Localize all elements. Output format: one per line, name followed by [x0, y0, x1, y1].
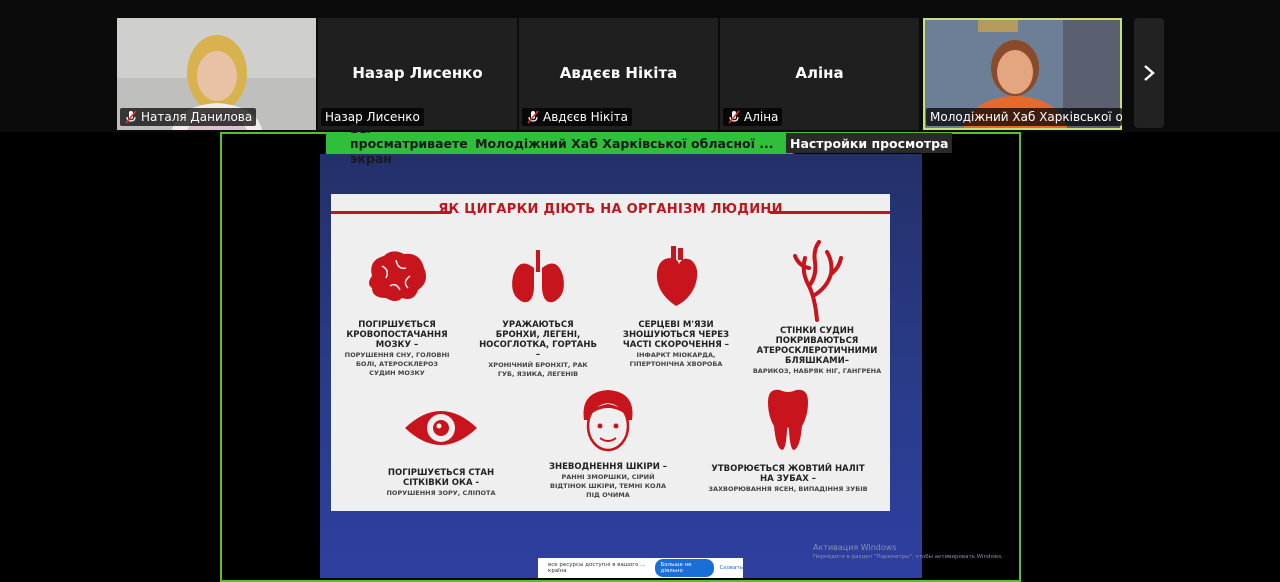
viewing-text: Вы просматриваете экран	[350, 120, 468, 166]
effect-subtext: ІНФАРКТ МІОКАРДА, ГІПЕРТОНІЧНА ХВОРОБА	[629, 351, 723, 368]
effect-subtext: ПОРУШЕННЯ СНУ, ГОЛОВНІ БОЛІ, АТЕРОСКЛЕРО…	[344, 351, 450, 377]
participant-tile-alina[interactable]: Аліна Аліна	[720, 18, 919, 130]
heart-icon	[656, 246, 698, 306]
participant-tile-youth-hub[interactable]: Молодіжний Хаб Харківської об...	[923, 18, 1122, 130]
slide-title: ЯК ЦИГАРКИ ДІЮТЬ НА ОРГАНІЗМ ЛЮДИНИ	[438, 202, 783, 217]
effect-item-eye: ПОГІРШУЄТЬСЯ СТАН СІТКІВКИ ОКА - ПОРУШЕН…	[367, 398, 515, 498]
next-page-button[interactable]	[1134, 18, 1164, 128]
participant-label: Молодіжний Хаб Харківської об...	[926, 108, 1122, 126]
lungs-icon	[512, 250, 564, 303]
cookie-accept-button[interactable]: Больше не діяльно	[654, 559, 715, 577]
effect-item-teeth: УТВОРЮЄТЬСЯ ЖОВТИЙ НАЛІТ НА ЗУБАХ – ЗАХВ…	[705, 386, 871, 494]
effect-item-heart: СЕРЦЕВІ М'ЯЗИ ЗНОШУЮТЬСЯ ЧЕРЕЗ ЧАСТІ СКО…	[617, 246, 735, 369]
participant-display-name: Назар Лисенко	[352, 64, 483, 82]
effect-subtext: РАННІ ЗМОРШКИ, СІРИЙ ВІДТІНОК ШКІРИ, ТЕМ…	[550, 473, 666, 499]
mic-muted-icon	[125, 110, 137, 124]
participant-label: Наталя Данилова	[120, 108, 257, 126]
effect-item-vessels: СТІНКИ СУДИН ПОКРИВАЮТЬСЯ АТЕРОСКЛЕРОТИЧ…	[749, 238, 885, 376]
effect-subtext: ХРОНІЧНИЙ БРОНХІТ, РАК ГУБ, ЯЗИКА, ЛЕГЕН…	[488, 361, 588, 378]
brain-icon	[369, 251, 426, 301]
effect-heading: ПОГІРШУЄТЬСЯ СТАН СІТКІВКИ ОКА -	[387, 468, 495, 488]
participant-display-name: Авдєєв Нікіта	[559, 64, 678, 82]
participant-label: Аліна	[723, 108, 783, 126]
sharer-name: Молодіжний Хаб Харківської обласної ...	[475, 135, 774, 151]
cookie-hide-link[interactable]: Сховать	[719, 565, 743, 571]
view-settings-button[interactable]: Настройки просмотра	[786, 133, 953, 153]
effect-heading: ПОГІРШУЄТЬСЯ КРОВОПОСТАЧАННЯ МОЗКУ –	[346, 320, 448, 350]
presentation-slide: ЯК ЦИГАРКИ ДІЮТЬ НА ОРГАНІЗМ ЛЮДИНИ ПОГІ…	[331, 194, 890, 511]
effect-subtext: ЗАХВОРЮВАННЯ ЯСЕН, ВИПАДІННЯ ЗУБІВ	[708, 485, 868, 493]
mic-muted-icon	[527, 110, 539, 124]
tooth-icon	[768, 389, 808, 450]
effect-heading: УРАЖАЮТЬСЯ БРОНХИ, ЛЕГЕНІ, НОСОГЛОТКА, Г…	[479, 320, 597, 360]
face-icon	[583, 390, 633, 452]
participant-display-name: Аліна	[795, 64, 844, 82]
participant-tile-nazar[interactable]: Назар Лисенко Назар Лисенко	[318, 18, 517, 130]
chevron-right-icon	[1144, 65, 1155, 81]
windows-activation-title: Активация Windows	[813, 543, 897, 552]
effect-heading: УТВОРЮЄТЬСЯ ЖОВТИЙ НАЛІТ НА ЗУБАХ –	[711, 464, 865, 484]
effect-heading: СТІНКИ СУДИН ПОКРИВАЮТЬСЯ АТЕРОСКЛЕРОТИЧ…	[756, 326, 878, 366]
participant-tile-nikita[interactable]: Авдєєв Нікіта Авдєєв Нікіта	[519, 18, 718, 130]
blood-vessels-icon	[793, 240, 843, 322]
cookie-notice-bar: все ресурсы доступні в вашого ... країна…	[538, 558, 743, 578]
effect-item-brain: ПОГІРШУЄТЬСЯ КРОВОПОСТАЧАННЯ МОЗКУ – ПОР…	[343, 246, 451, 378]
effect-heading: СЕРЦЕВІ М'ЯЗИ ЗНОШУЮТЬСЯ ЧЕРЕЗ ЧАСТІ СКО…	[622, 320, 730, 350]
viewing-screen-banner: Вы просматриваете экран Молодіжний Хаб Х…	[326, 121, 793, 166]
effect-heading: ЗНЕВОДНЕННЯ ШКІРИ –	[548, 462, 668, 472]
effect-subtext: ВАРИКОЗ, НАБРЯК НІГ, ГАНГРЕНА	[752, 367, 882, 375]
effect-item-lungs: УРАЖАЮТЬСЯ БРОНХИ, ЛЕГЕНІ, НОСОГЛОТКА, Г…	[479, 246, 597, 379]
mic-muted-icon	[728, 110, 740, 124]
effect-subtext: ПОРУШЕННЯ ЗОРУ, СЛІПОТА	[386, 489, 496, 497]
eye-icon	[405, 411, 477, 445]
windows-activation-subtext: Перейдите в раздел "Параметры", чтобы ак…	[813, 554, 1003, 560]
cookie-text: все ресурсы доступні в вашого ... країна	[548, 562, 646, 574]
effect-item-skin: ЗНЕВОДНЕННЯ ШКІРИ – РАННІ ЗМОРШКИ, СІРИЙ…	[543, 386, 673, 500]
participant-tile-natalia[interactable]: Наталя Данилова	[117, 18, 316, 130]
participant-label: Авдєєв Нікіта	[522, 108, 632, 126]
